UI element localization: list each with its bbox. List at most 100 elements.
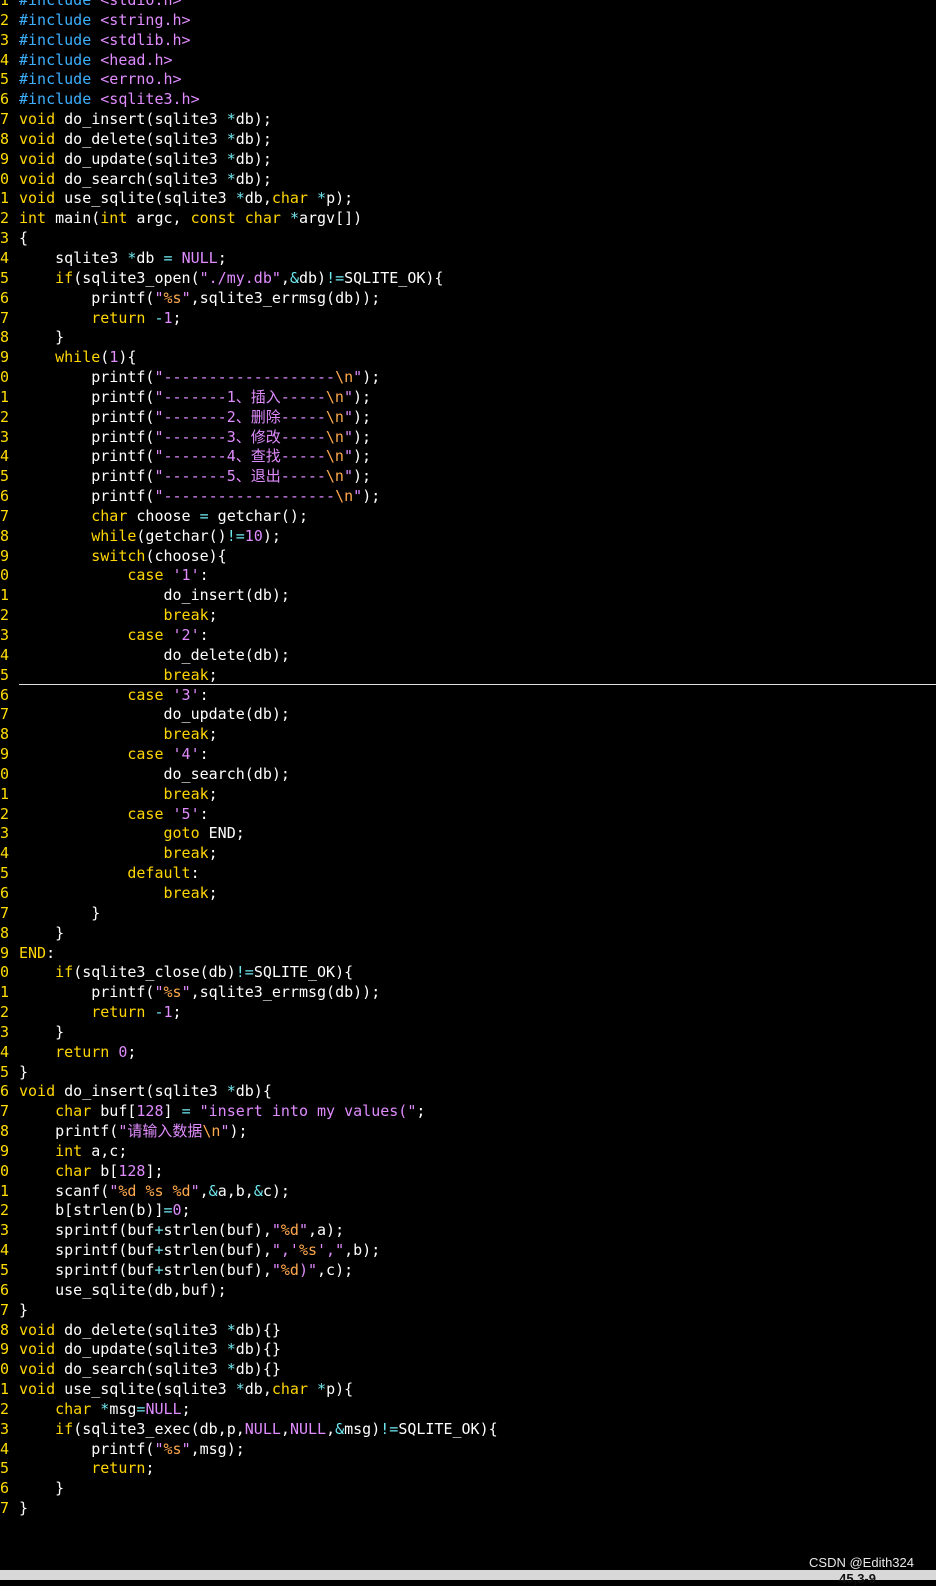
code-line[interactable]: 2 break; [0,606,936,626]
code-token: "-------1、插入----- [154,387,326,406]
code-line[interactable]: 2 return -1; [0,1003,936,1023]
code-line[interactable]: 2 #include <string.h> [0,11,936,31]
code-line[interactable]: 0 char b[128]; [0,1162,936,1182]
code-line[interactable]: 6 use_sqlite(db,buf); [0,1281,936,1301]
code-line[interactable]: 1 #include <stdio.h> [0,0,936,11]
code-line[interactable]: 2 b[strlen(b)]=0; [0,1201,936,1221]
code-editor[interactable]: 1 #include <stdio.h> 2 #include <string.h> 3… [0,0,936,1519]
code-line[interactable]: 1 void use_sqlite(sqlite3 *db,char *p){ [0,1380,936,1400]
code-line[interactable]: 8 } [0,924,936,944]
code-line[interactable]: 6 #include <sqlite3.h> [0,90,936,110]
code-line[interactable]: 9 void do_update(sqlite3 *db); [0,150,936,170]
code-line[interactable]: 1 void use_sqlite(sqlite3 *db,char *p); [0,189,936,209]
code-line[interactable]: 0 void do_search(sqlite3 *db); [0,170,936,190]
code-line[interactable]: 9 while(1){ [0,348,936,368]
code-line[interactable]: 7 } [0,904,936,924]
code-token: * [289,209,299,228]
code-line[interactable]: 8 void do_delete(sqlite3 *db); [0,130,936,150]
code-line[interactable]: 9 void do_update(sqlite3 *db){} [0,1340,936,1360]
code-line[interactable]: 8 printf("请输入数据\n"); [0,1122,936,1142]
code-line[interactable]: 0 if(sqlite3_close(db)!=SQLITE_OK){ [0,963,936,983]
code-line[interactable]: 6 break; [0,884,936,904]
code-text: void do_search(sqlite3 *db); [19,170,936,190]
line-number: 7 [0,1499,10,1518]
code-text: break; [19,725,936,745]
code-line[interactable]: 1 break; [0,785,936,805]
code-line[interactable]: 3 #include <stdlib.h> [0,31,936,51]
code-line-cursor[interactable]: 5 break; [0,666,936,686]
code-line[interactable]: 3 sprintf(buf+strlen(buf),"%d",a); [0,1221,936,1241]
code-token: (getchar() [136,526,227,545]
code-line[interactable]: 5 sprintf(buf+strlen(buf),"%d)",c); [0,1261,936,1281]
code-line[interactable]: 2 case '5': [0,805,936,825]
code-line[interactable]: 0 do_search(db); [0,765,936,785]
code-line[interactable]: 9 case '4': [0,745,936,765]
code-line[interactable]: 2 char *msg=NULL; [0,1400,936,1420]
code-line[interactable]: 6 void do_insert(sqlite3 *db){ [0,1082,936,1102]
code-line[interactable]: 4 printf("-------4、查找-----\n"); [0,447,936,467]
code-line[interactable]: 3 } [0,1023,936,1043]
code-line[interactable]: 3 case '2': [0,626,936,646]
code-line[interactable]: 9 int a,c; [0,1142,936,1162]
code-token: "------------------- [154,487,336,506]
code-line[interactable]: 0 case '1': [0,566,936,586]
code-line[interactable]: 5 return; [0,1459,936,1479]
code-line[interactable]: 7 do_update(db); [0,705,936,725]
code-line[interactable]: 5 if(sqlite3_open("./my.db",&db)!=SQLITE… [0,269,936,289]
code-line[interactable]: 4 printf("%s",msg); [0,1440,936,1460]
code-line[interactable]: 6 case '3': [0,686,936,706]
code-token: void [19,189,56,208]
code-line[interactable]: 5 default: [0,864,936,884]
code-line[interactable]: 4 return 0; [0,1043,936,1063]
code-token: } [19,1022,65,1041]
code-line[interactable]: 5 printf("-------5、退出-----\n"); [0,467,936,487]
code-line[interactable]: 8 void do_delete(sqlite3 *db){} [0,1321,936,1341]
code-token: , [199,1181,209,1200]
code-token: do_update(sqlite3 [55,1340,227,1359]
code-line[interactable]: 9 switch(choose){ [0,547,936,567]
code-token: NULL [181,248,218,267]
code-line[interactable]: 2 printf("-------2、删除-----\n"); [0,408,936,428]
code-line[interactable]: 0 void do_search(sqlite3 *db){} [0,1360,936,1380]
code-line[interactable]: 1 printf("-------1、插入-----\n"); [0,388,936,408]
code-line[interactable]: 3{ [0,229,936,249]
code-line[interactable]: 7} [0,1499,936,1519]
code-line[interactable]: 7 char choose = getchar(); [0,507,936,527]
code-token: if [55,1419,74,1438]
code-line[interactable]: 0 printf("-------------------\n"); [0,368,936,388]
code-line[interactable]: 4 sprintf(buf+strlen(buf),",'%s',",b); [0,1241,936,1261]
code-line[interactable]: 3 printf("-------3、修改-----\n"); [0,428,936,448]
code-line[interactable]: 1 scanf("%d %s %d",&a,b,&c); [0,1182,936,1202]
code-line[interactable]: 4 do_delete(db); [0,646,936,666]
code-line[interactable]: 6 printf("-------------------\n"); [0,487,936,507]
line-number: 2 [0,407,10,426]
code-line[interactable]: 1 do_insert(db); [0,586,936,606]
code-line[interactable]: 1 printf("%s",sqlite3_errmsg(db)); [0,983,936,1003]
code-line[interactable]: 8 break; [0,725,936,745]
code-line[interactable]: 3 if(sqlite3_exec(db,p,NULL,NULL,&msg)!=… [0,1420,936,1440]
line-number: 2 [0,1399,10,1418]
code-line[interactable]: 2 int main(int argc, const char *argv[]) [0,209,936,229]
code-line[interactable]: 6 } [0,1479,936,1499]
code-line[interactable]: 4 #include <head.h> [0,51,936,71]
code-line[interactable]: 3 goto END; [0,824,936,844]
line-number: 6 [0,883,10,902]
code-text: } [19,924,936,944]
code-line[interactable]: 8 } [0,328,936,348]
code-line[interactable]: 8 while(getchar()!=10); [0,527,936,547]
code-token: printf( [19,487,155,506]
code-line[interactable]: 6 printf("%s",sqlite3_errmsg(db)); [0,289,936,309]
code-line[interactable]: 4 sqlite3 *db = NULL; [0,249,936,269]
code-text: scanf("%d %s %d",&a,b,&c); [19,1182,936,1202]
code-line[interactable]: 9 END: [0,944,936,964]
code-line[interactable]: 5 #include <errno.h> [0,70,936,90]
code-line[interactable]: 4 break; [0,844,936,864]
code-line[interactable]: 5} [0,1063,936,1083]
line-number: 0 [0,169,10,188]
code-token: db [136,248,164,267]
code-line[interactable]: 7 void do_insert(sqlite3 *db); [0,110,936,130]
code-line[interactable]: 7 char buf[128] = "insert into my values… [0,1102,936,1122]
code-line[interactable]: 7 return -1; [0,309,936,329]
code-line[interactable]: 7} [0,1301,936,1321]
